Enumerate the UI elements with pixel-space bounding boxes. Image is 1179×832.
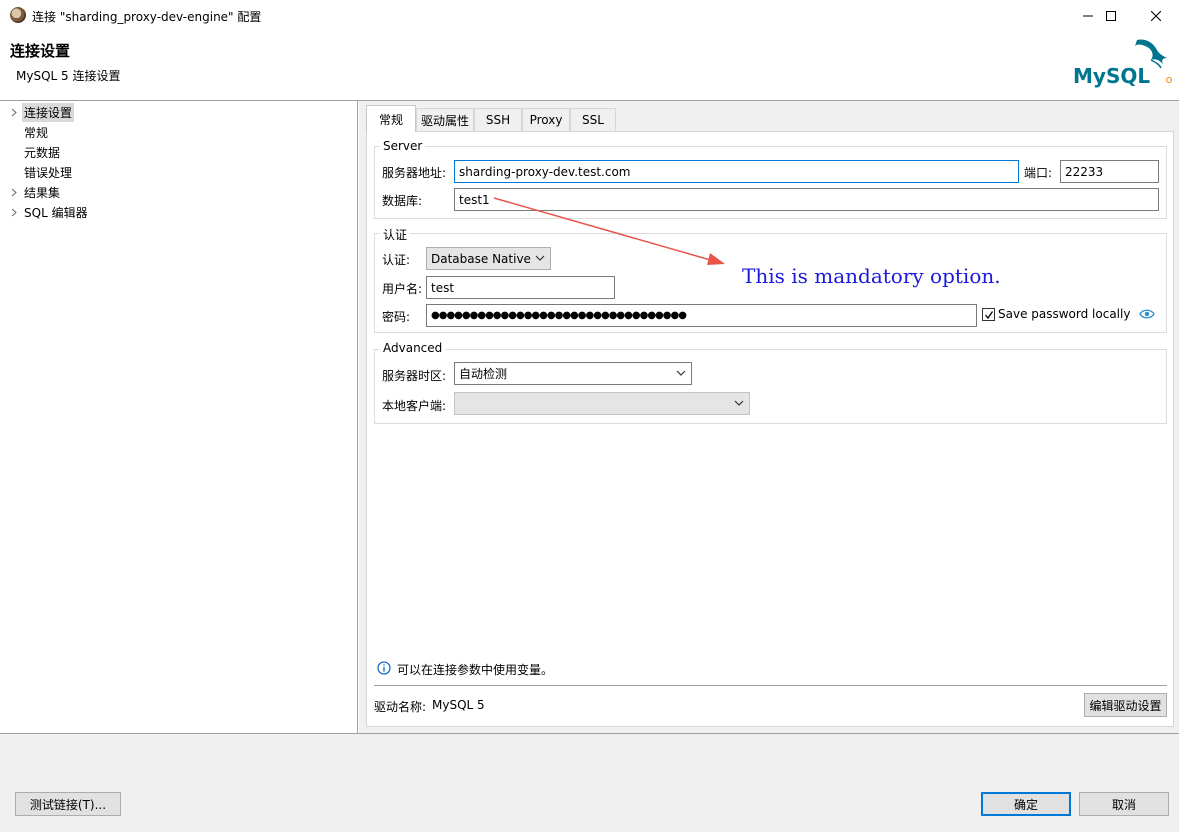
close-icon [1151, 10, 1161, 21]
password-label: 密码: [382, 310, 411, 324]
timezone-select[interactable]: 自动检测 [454, 362, 692, 385]
close-button[interactable] [1133, 0, 1179, 31]
username-label: 用户名: [382, 282, 423, 296]
username-input[interactable]: test [426, 276, 615, 299]
tree-item-label: 连接设置 [22, 102, 75, 122]
tree-item-label: SQL 编辑器 [24, 205, 88, 220]
tree-item-label: 结果集 [24, 185, 61, 200]
info-text: 可以在连接参数中使用变量。 [397, 663, 554, 677]
tree-item-metadata[interactable]: 元数据 [0, 142, 62, 162]
chevron-down-icon [676, 370, 686, 376]
host-label: 服务器地址: [382, 166, 447, 180]
tab-content [366, 131, 1174, 727]
port-label: 端口: [1024, 166, 1053, 180]
checkmark-icon [984, 310, 993, 319]
cancel-button[interactable]: 取消 [1079, 792, 1169, 816]
page-title: 连接设置 [10, 42, 71, 60]
tree-item-general[interactable]: 常规 [0, 122, 50, 142]
tree-item-sql-editor[interactable]: SQL 编辑器 [0, 202, 90, 222]
tab-ssl[interactable]: SSL [570, 108, 616, 131]
dialog-header [0, 31, 1179, 100]
settings-tree: 连接设置 常规 元数据 错误处理 结果集 SQL 编辑器 [0, 101, 358, 733]
tree-item-label: 常规 [24, 125, 49, 140]
dialog-footer [0, 733, 1179, 832]
edit-driver-button[interactable]: 编辑驱动设置 [1084, 693, 1167, 717]
local-client-select[interactable] [454, 392, 750, 415]
window-title: 连接 "sharding_proxy-dev-engine" 配置 [32, 10, 262, 24]
port-input[interactable]: 22233 [1060, 160, 1159, 183]
tab-proxy[interactable]: Proxy [522, 108, 570, 131]
maximize-button[interactable] [1088, 0, 1134, 31]
timezone-label: 服务器时区: [382, 369, 447, 383]
password-input[interactable]: ●●●●●●●●●●●●●●●●●●●●●●●●●●●●●●●●● [426, 304, 977, 327]
timezone-value: 自动检测 [459, 367, 508, 381]
annotation-arrow [493, 197, 725, 265]
maximize-icon [1106, 10, 1116, 21]
driver-name-label: 驱动名称: [374, 700, 427, 714]
chevron-right-icon[interactable] [9, 187, 19, 197]
chevron-right-icon[interactable] [9, 107, 19, 117]
auth-method-label: 认证: [382, 253, 411, 267]
local-client-label: 本地客户端: [382, 399, 447, 413]
tree-item-label: 元数据 [24, 145, 61, 160]
tree-item-label: 错误处理 [24, 165, 73, 180]
annotation-text: This is mandatory option. [742, 264, 1001, 288]
save-password-checkbox[interactable] [982, 308, 995, 321]
tree-item-connection-settings[interactable]: 连接设置 [0, 102, 75, 122]
host-input[interactable]: sharding-proxy-dev.test.com [454, 160, 1019, 183]
tab-general[interactable]: 常规 [366, 105, 416, 132]
page-subtitle: MySQL 5 连接设置 [16, 69, 121, 83]
eye-icon[interactable] [1139, 308, 1155, 323]
driver-name-value: MySQL 5 [432, 698, 485, 712]
tab-ssh[interactable]: SSH [474, 108, 522, 131]
tab-driver-properties[interactable]: 驱动属性 [416, 108, 474, 131]
ok-button[interactable]: 确定 [981, 792, 1071, 816]
svg-text:MySQL: MySQL [1073, 64, 1150, 88]
test-connection-button[interactable]: 测试链接(T)... [15, 792, 121, 816]
save-password-label[interactable]: Save password locally [998, 307, 1130, 321]
tree-item-result-sets[interactable]: 结果集 [0, 182, 62, 202]
database-label: 数据库: [382, 194, 423, 208]
auth-group-legend: 认证 [380, 226, 411, 243]
advanced-group-legend: Advanced [380, 341, 446, 355]
app-icon [10, 7, 26, 23]
server-group-legend: Server [380, 139, 426, 153]
mysql-logo: MySQL [1071, 36, 1175, 88]
info-icon [377, 661, 391, 678]
chevron-right-icon[interactable] [9, 207, 19, 217]
chevron-down-icon [734, 400, 744, 406]
content-divider [374, 685, 1167, 686]
tree-item-error-handling[interactable]: 错误处理 [0, 162, 74, 182]
